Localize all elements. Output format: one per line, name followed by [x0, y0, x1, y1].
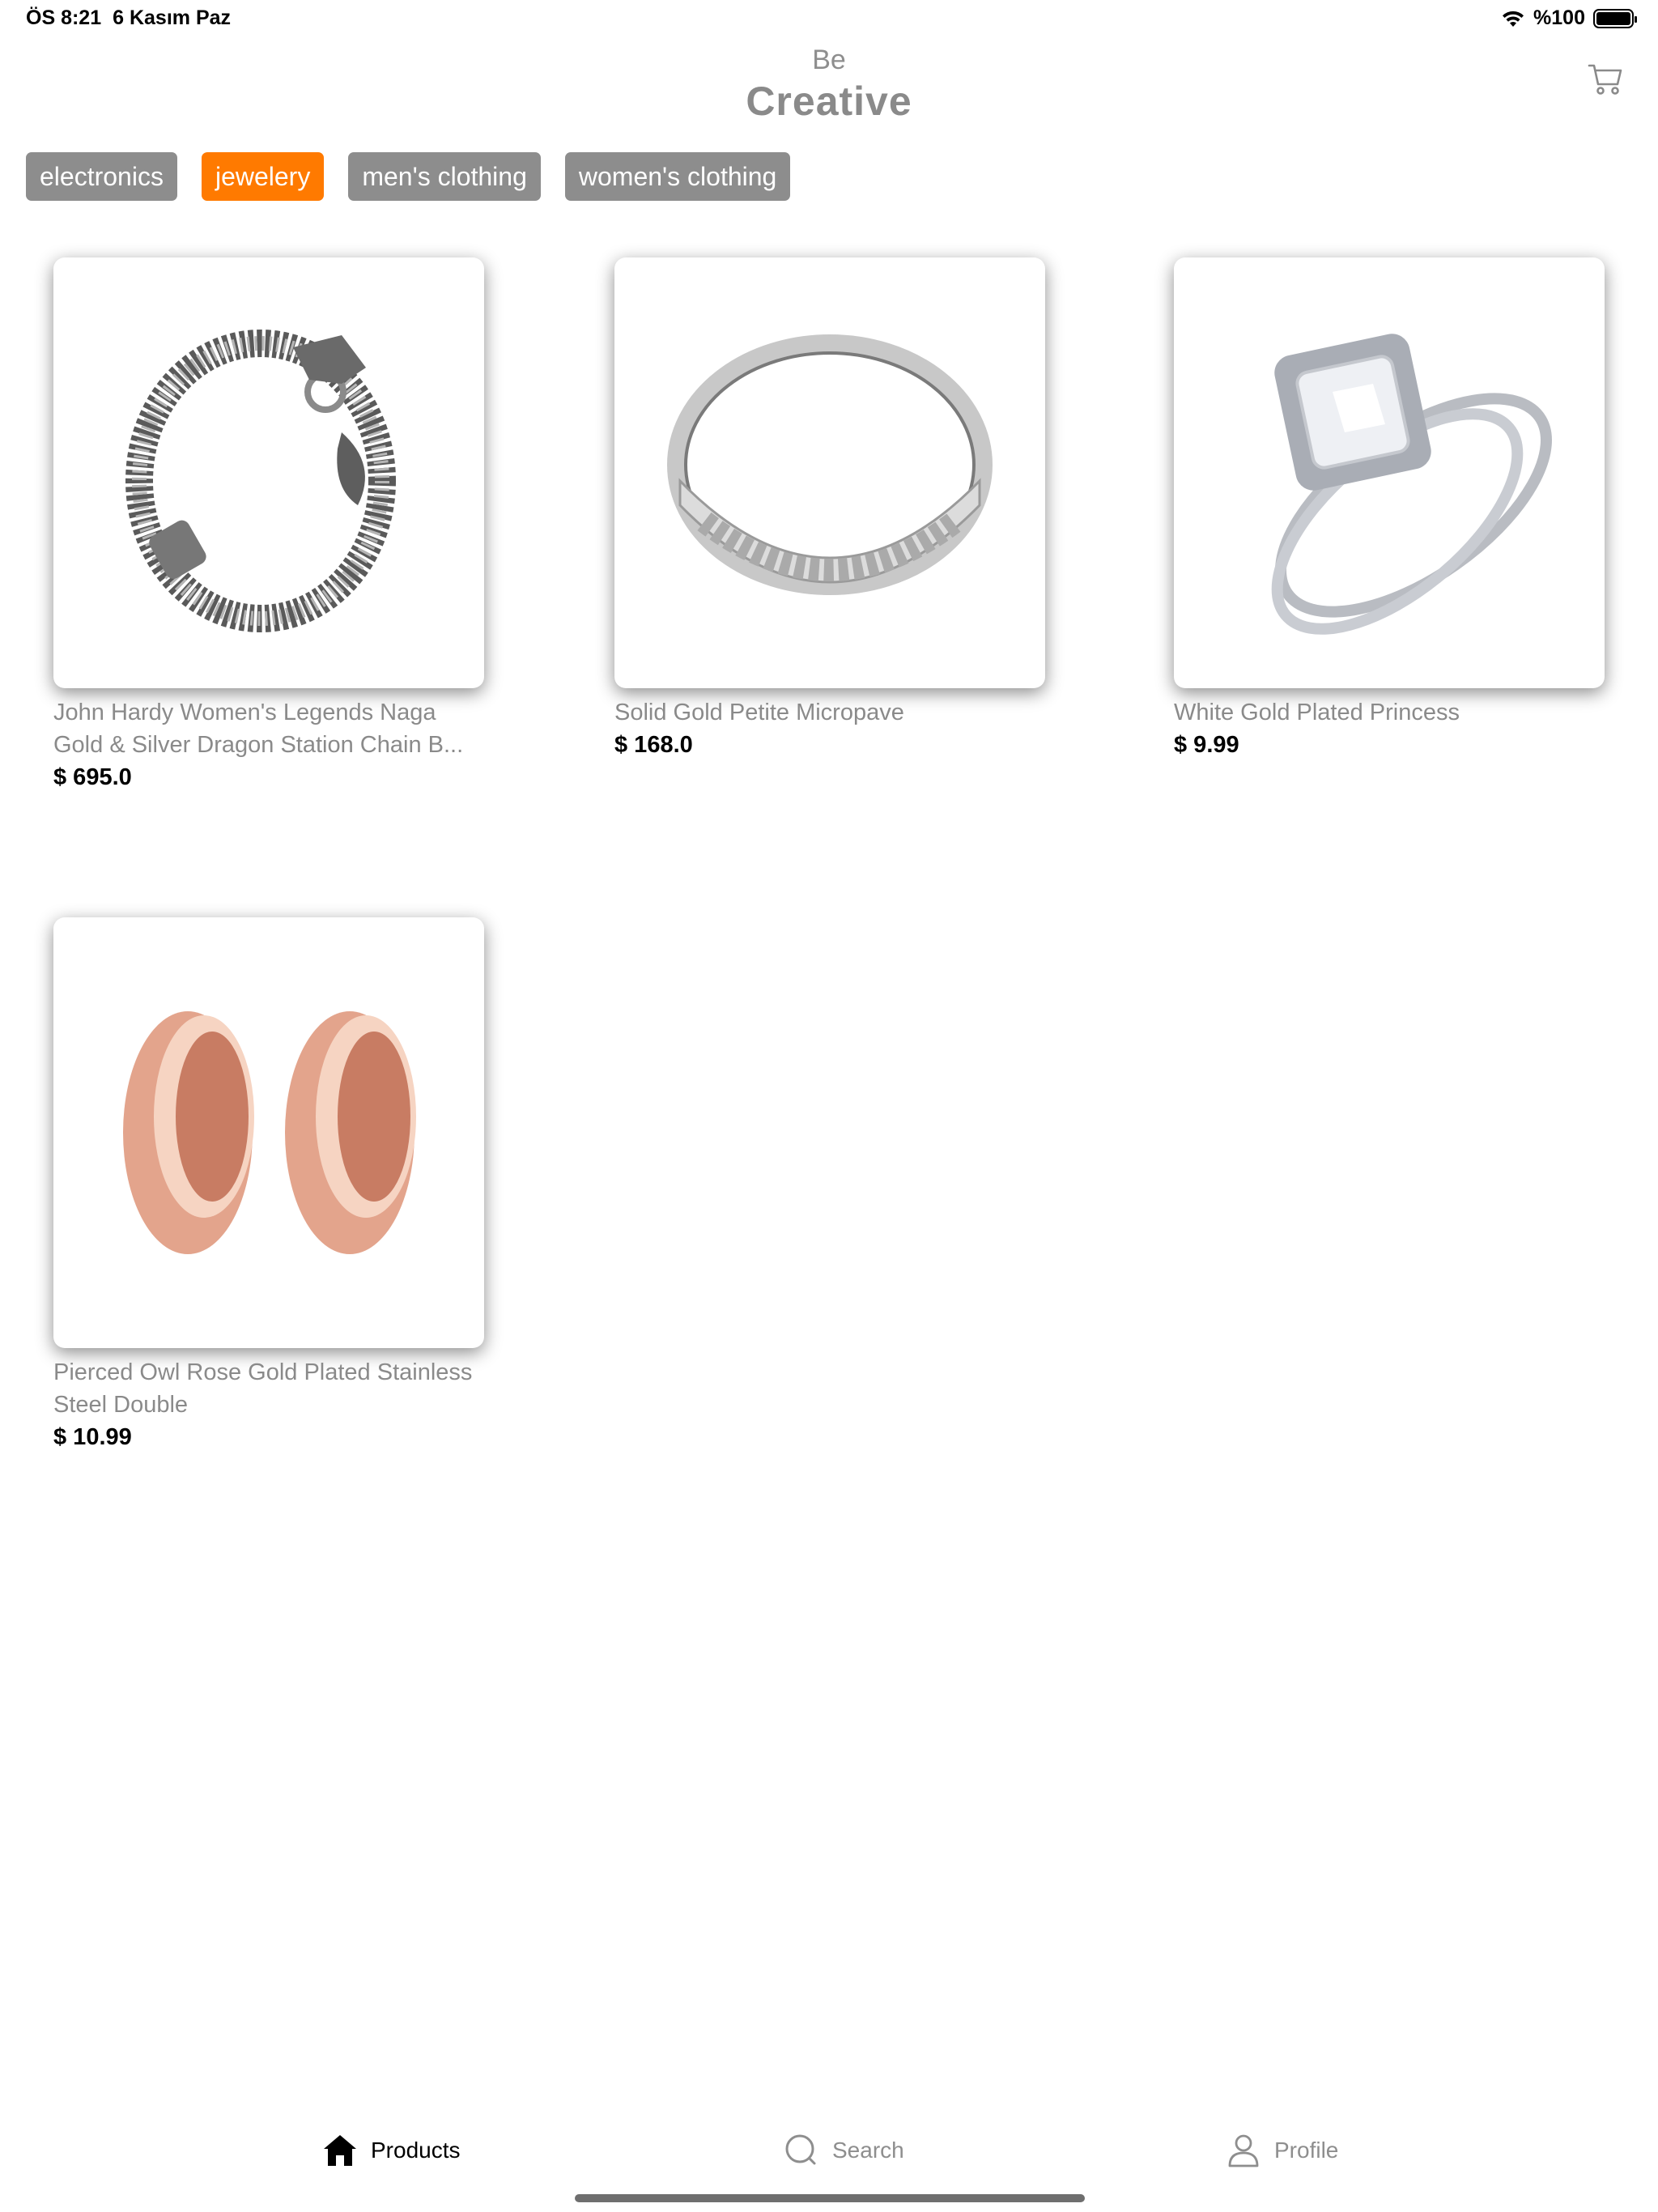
tab-products-label: Products: [371, 2138, 461, 2163]
product-card[interactable]: White Gold Plated Princess $ 9.99: [1174, 257, 1605, 759]
battery-percent: %100: [1533, 6, 1585, 29]
category-chip-womens-clothing[interactable]: women's clothing: [564, 152, 791, 201]
product-price: $ 168.0: [614, 732, 693, 758]
category-chip-jewelery[interactable]: jewelery: [201, 152, 325, 201]
status-date: 6 Kasım Paz: [113, 6, 232, 29]
princess-ring-set-image: [1271, 334, 1552, 635]
product-image: [1174, 257, 1605, 688]
product-card[interactable]: John Hardy Women's Legends Naga Gold & S…: [53, 257, 484, 791]
status-time: ÖS 8:21: [26, 6, 102, 29]
product-price: $ 695.0: [53, 764, 132, 790]
product-image: [53, 257, 484, 688]
tab-bar: Products Search Profile: [0, 2121, 1658, 2186]
profile-icon: [1228, 2134, 1259, 2167]
category-chip-electronics[interactable]: electronics: [26, 152, 177, 201]
product-image: [53, 917, 484, 1348]
cart-icon: [1588, 64, 1622, 95]
product-price: $ 10.99: [53, 1424, 132, 1450]
category-chip-mens-clothing[interactable]: men's clothing: [348, 152, 541, 201]
status-bar: ÖS 8:21 6 Kasım Paz %100: [0, 0, 1658, 39]
product-title: Pierced Owl Rose Gold Plated Stainless S…: [53, 1359, 473, 1418]
silver-band-ring-image: [667, 334, 993, 595]
product-title: John Hardy Women's Legends Naga Gold & S…: [53, 700, 464, 758]
tab-search-label: Search: [832, 2138, 904, 2163]
brand-title: Creative: [746, 79, 912, 124]
product-card[interactable]: Pierced Owl Rose Gold Plated Stainless S…: [53, 917, 484, 1451]
tab-profile-label: Profile: [1274, 2138, 1339, 2163]
search-icon: [785, 2134, 816, 2165]
tab-products[interactable]: Products: [322, 2133, 461, 2168]
wifi-icon: [1503, 11, 1524, 27]
category-filter-bar: electronics jewelery men's clothing wome…: [26, 152, 791, 201]
product-title: Solid Gold Petite Micropave: [614, 700, 904, 725]
product-image: [614, 257, 1045, 688]
battery-icon: [1593, 8, 1637, 28]
home-indicator[interactable]: [575, 2194, 1085, 2202]
status-indicators: %100: [1501, 6, 1637, 30]
tab-search[interactable]: Search: [784, 2133, 904, 2168]
cart-button[interactable]: [1587, 62, 1624, 97]
product-price: $ 9.99: [1174, 732, 1239, 758]
product-card[interactable]: Solid Gold Petite Micropave $ 168.0: [614, 257, 1045, 759]
product-title: White Gold Plated Princess: [1174, 700, 1460, 725]
brand-subtitle: Be: [812, 45, 846, 75]
tab-profile[interactable]: Profile: [1226, 2133, 1338, 2168]
dragon-bracelet-image: [125, 330, 396, 632]
home-icon: [324, 2135, 356, 2166]
status-time-date: ÖS 8:21 6 Kasım Paz: [26, 6, 231, 30]
rose-gold-tunnels-image: [123, 1011, 416, 1254]
